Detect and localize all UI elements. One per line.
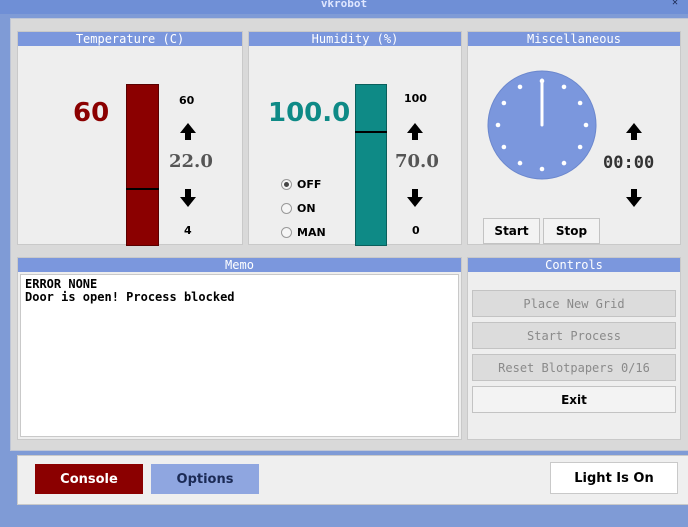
controls-header: Controls xyxy=(468,258,680,272)
humidity-header: Humidity (%) xyxy=(249,32,461,46)
radio-unselected-icon xyxy=(281,203,292,214)
humidity-panel: Humidity (%) 100.0 100 70.0 0 OFF ON MAN xyxy=(248,31,462,246)
temperature-bar xyxy=(126,84,159,246)
start-button[interactable]: Start xyxy=(483,218,540,244)
temperature-setpoint: 22.0 xyxy=(169,151,213,172)
misc-up-arrow-stem xyxy=(631,132,637,140)
temperature-current: 60 xyxy=(73,98,110,128)
radio-selected-icon xyxy=(281,179,292,190)
misc-panel: Miscellaneous 00:00 Start Stop xyxy=(467,31,681,245)
window-title: vkrobot xyxy=(320,0,368,10)
radio-unselected-icon xyxy=(281,227,292,238)
console-button[interactable]: Console xyxy=(35,464,143,494)
clock-hour-dot xyxy=(561,84,567,90)
humidity-down-arrow-icon[interactable] xyxy=(407,197,423,207)
clock-hour-dot xyxy=(501,144,507,150)
window-titlebar: vkrobot ✕ xyxy=(0,0,688,14)
misc-header: Miscellaneous xyxy=(468,32,680,46)
temperature-down-arrow-stem xyxy=(185,189,191,197)
options-button[interactable]: Options xyxy=(151,464,259,494)
humidity-mode-on[interactable]: ON xyxy=(281,202,316,215)
close-icon[interactable]: ✕ xyxy=(672,0,678,8)
memo-textarea[interactable]: ERROR NONE Door is open! Process blocked xyxy=(20,274,459,437)
humidity-setpoint: 70.0 xyxy=(395,151,439,172)
clock-hour-dot xyxy=(495,122,501,128)
main-window: Temperature (C) 60 60 22.0 4 Humidity (%… xyxy=(10,18,688,451)
humidity-mode-on-label: ON xyxy=(297,202,316,215)
memo-line: Door is open! Process blocked xyxy=(25,290,235,304)
temperature-level-marker xyxy=(126,188,159,190)
humidity-down-arrow-stem xyxy=(412,189,418,197)
clock-hour-dot xyxy=(539,166,545,172)
timer-display: 00:00 xyxy=(603,153,655,173)
clock-hour-dot xyxy=(583,122,589,128)
exit-button[interactable]: Exit xyxy=(472,386,676,413)
humidity-mode-man[interactable]: MAN xyxy=(281,226,326,239)
temperature-panel: Temperature (C) 60 60 22.0 4 xyxy=(17,31,243,246)
reset-blotpapers-button[interactable]: Reset Blotpapers 0/16 xyxy=(472,354,676,381)
memo-panel: Memo ERROR NONE Door is open! Process bl… xyxy=(17,257,462,440)
misc-down-arrow-stem xyxy=(631,189,637,197)
misc-down-arrow-icon[interactable] xyxy=(626,197,642,207)
humidity-level-marker xyxy=(355,131,387,133)
temperature-down-arrow-icon[interactable] xyxy=(180,197,196,207)
clock-hour-dot xyxy=(517,160,523,166)
humidity-min: 0 xyxy=(412,224,420,237)
clock-hour-dot xyxy=(517,84,523,90)
humidity-mode-off-label: OFF xyxy=(297,178,322,191)
humidity-max: 100 xyxy=(404,92,427,105)
humidity-current: 100.0 xyxy=(268,98,351,128)
clock-icon xyxy=(487,70,597,180)
light-toggle-button[interactable]: Light Is On xyxy=(550,462,678,494)
bottom-toolbar: Console Options Light Is On xyxy=(17,455,688,505)
clock-hour-dot xyxy=(561,160,567,166)
memo-header: Memo xyxy=(18,258,461,272)
controls-panel: Controls Place New Grid Start Process Re… xyxy=(467,257,681,440)
temperature-header: Temperature (C) xyxy=(18,32,242,46)
humidity-bar xyxy=(355,84,387,246)
humidity-mode-man-label: MAN xyxy=(297,226,326,239)
temperature-max: 60 xyxy=(179,94,195,107)
clock-hour-dot xyxy=(501,100,507,106)
temperature-up-arrow-stem xyxy=(185,132,191,140)
start-process-button[interactable]: Start Process xyxy=(472,322,676,349)
temperature-min: 4 xyxy=(184,224,192,237)
stop-button[interactable]: Stop xyxy=(543,218,600,244)
clock-hour-dot xyxy=(577,144,583,150)
humidity-up-arrow-stem xyxy=(412,132,418,140)
place-new-grid-button[interactable]: Place New Grid xyxy=(472,290,676,317)
humidity-mode-off[interactable]: OFF xyxy=(281,178,321,191)
clock-hour-dot xyxy=(577,100,583,106)
